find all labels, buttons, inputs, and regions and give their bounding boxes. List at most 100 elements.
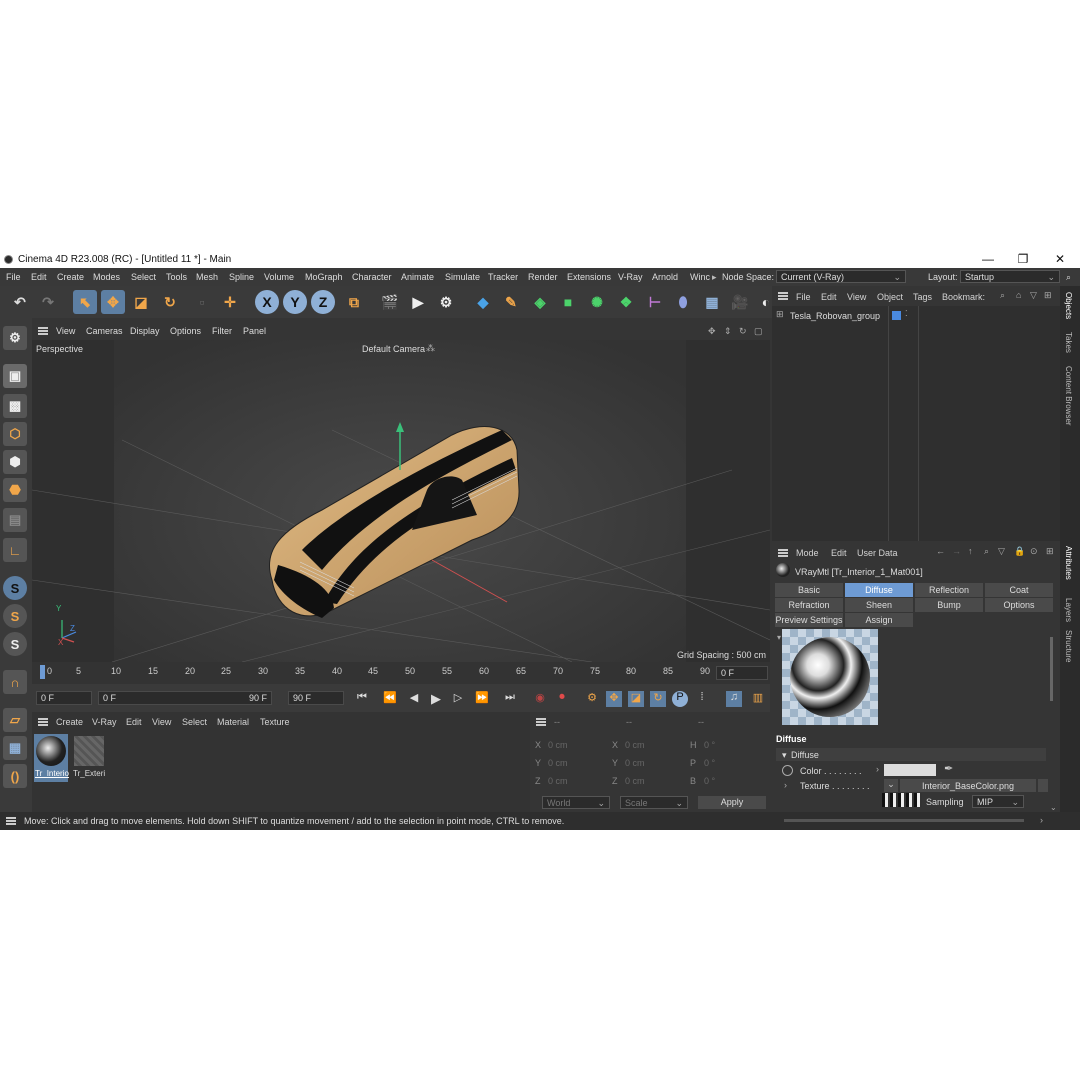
coord-space-dropdown[interactable]: World ⌄ (542, 796, 610, 809)
back-arrow-icon[interactable]: ← (936, 546, 945, 556)
x-axis-lock-button[interactable]: X (255, 290, 279, 314)
tab-refraction[interactable]: Refraction (775, 598, 843, 612)
tab-diffuse[interactable]: Diffuse (845, 583, 913, 597)
color-swatch[interactable] (884, 764, 936, 776)
object-menu-object[interactable]: Object (877, 292, 903, 302)
viewport-menu-filter[interactable]: Filter (212, 326, 232, 336)
uv-mode-icon[interactable]: ▤ (3, 508, 27, 532)
side-tab-structure[interactable]: Structure (1064, 630, 1073, 662)
material-menu-vray[interactable]: V-Ray (92, 717, 117, 727)
coord-pos-z-field[interactable]: 0 cm (548, 776, 568, 786)
up-arrow-icon[interactable]: ↑ (968, 546, 973, 556)
texture-menu-button[interactable]: ⌄ (884, 779, 898, 792)
minimize-button[interactable]: — (978, 252, 998, 266)
maximize-view-icon[interactable]: ▢ (754, 326, 763, 337)
pan-icon[interactable]: ✥ (708, 326, 716, 337)
autokey-icon[interactable]: ⏺ (554, 691, 570, 707)
horizontal-scrollbar[interactable] (784, 819, 1024, 822)
menu-select[interactable]: Select (131, 272, 156, 282)
keyframe-selection-icon[interactable]: ⚙ (584, 691, 600, 707)
orbit-icon[interactable]: ↻ (739, 326, 747, 337)
search-icon[interactable]: ⌕ (984, 546, 989, 557)
scroll-right-icon[interactable]: › (1040, 815, 1043, 825)
position-key-icon[interactable]: ✥ (606, 691, 622, 707)
selection-tool-icon[interactable]: ⬉ (73, 290, 97, 314)
add-tool-icon[interactable]: ✛ (218, 290, 242, 314)
rotation-key-icon[interactable]: ↻ (650, 691, 666, 707)
sound-icon[interactable]: ♫ (726, 691, 742, 707)
attr-menu-edit[interactable]: Edit (831, 548, 847, 558)
hamburger-icon[interactable] (38, 718, 48, 726)
hamburger-icon[interactable] (38, 327, 48, 335)
menu-simulate[interactable]: Simulate (445, 272, 480, 282)
object-menu-bookmarks[interactable]: Bookmark: (942, 292, 985, 302)
object-menu-file[interactable]: File (796, 292, 811, 302)
axis-mode-icon[interactable]: ∟ (3, 538, 27, 562)
viewport-menu-view[interactable]: View (56, 326, 75, 336)
material-menu-edit[interactable]: Edit (126, 717, 142, 727)
attr-menu-user-data[interactable]: User Data (857, 548, 898, 558)
go-to-end-icon[interactable]: ⏭ (502, 691, 518, 707)
python-icon[interactable]: () (3, 764, 27, 788)
workplane-icon[interactable]: ▱ (3, 708, 27, 732)
deformer-icon[interactable]: ⊢ (643, 290, 667, 314)
diffuse-group-header[interactable]: ▾ Diffuse (776, 748, 1046, 761)
close-button[interactable]: ✕ (1050, 252, 1070, 266)
next-frame-icon[interactable]: ▷ (450, 691, 466, 707)
parameter-key-icon[interactable]: P (672, 691, 688, 707)
snap-icon[interactable]: S (3, 576, 27, 600)
texture-mode-icon[interactable]: ▩ (3, 394, 27, 418)
menu-arnold[interactable]: Arnold (652, 272, 678, 282)
magnet-icon[interactable]: ∩ (3, 670, 27, 694)
search-icon[interactable]: ⌕ (1000, 290, 1005, 301)
menu-vray[interactable]: V-Ray (618, 272, 643, 282)
tab-sheen[interactable]: Sheen (845, 598, 913, 612)
scale-tool-icon[interactable]: ◪ (129, 290, 153, 314)
object-name[interactable]: Tesla_Robovan_group (790, 311, 880, 321)
current-frame-field[interactable]: 0 F (716, 666, 768, 680)
visibility-dots-icon[interactable]: ⁚ (905, 309, 908, 318)
layer-color-swatch[interactable] (892, 311, 901, 320)
previous-frame-icon[interactable]: ◀ (406, 691, 422, 707)
timeline-ruler[interactable]: 0 5 10 15 20 25 30 35 40 45 50 55 60 65 … (32, 662, 770, 684)
menu-modes[interactable]: Modes (93, 272, 120, 282)
edges-mode-icon[interactable]: ⬢ (3, 450, 27, 474)
tab-reflection[interactable]: Reflection (915, 583, 983, 597)
cube-object-icon[interactable]: ◆ (471, 290, 495, 314)
render-settings-icon[interactable]: ⚙ (434, 290, 458, 314)
rotate-tool-icon[interactable]: ↻ (158, 290, 182, 314)
dolly-icon[interactable]: ⇕ (724, 326, 732, 337)
expand-arrow-icon[interactable]: › (784, 780, 787, 790)
camera-link-icon[interactable]: ⁂ (426, 343, 435, 354)
tab-bump[interactable]: Bump (915, 598, 983, 612)
move-tool-icon[interactable]: ✥ (101, 290, 125, 314)
material-menu-create[interactable]: Create (56, 717, 83, 727)
side-tab-layers[interactable]: Layers (1064, 598, 1073, 622)
cloner-icon[interactable]: ✺ (585, 290, 609, 314)
coord-rot-b-field[interactable]: 0 ° (704, 776, 715, 786)
floor-icon[interactable]: ▦ (700, 290, 724, 314)
subdivision-icon[interactable]: ◈ (528, 290, 552, 314)
snap-settings-icon[interactable]: S (3, 604, 27, 628)
side-tab-takes[interactable]: Takes (1064, 332, 1073, 353)
play-icon[interactable]: ▶ (428, 691, 444, 707)
menu-mograph[interactable]: MoGraph (305, 272, 343, 282)
redo-icon[interactable]: ↷ (36, 290, 60, 314)
eyedropper-icon[interactable]: ✒ (944, 762, 953, 775)
menu-create[interactable]: Create (57, 272, 84, 282)
layout-dropdown[interactable]: Startup ⌄ (960, 270, 1060, 283)
menu-extensions[interactable]: Extensions (567, 272, 611, 282)
playhead[interactable] (40, 665, 45, 679)
scrollbar-thumb[interactable] (1050, 637, 1053, 701)
menu-more-arrow-icon[interactable]: ▸ (712, 272, 717, 283)
filter-icon[interactable]: ▽ (998, 546, 1005, 557)
material-swatch[interactable]: Tr_Interio (34, 734, 69, 782)
coord-rot-p-field[interactable]: 0 ° (704, 758, 715, 768)
coord-mode-dropdown[interactable]: Scale ⌄ (620, 796, 688, 809)
scale-key-icon[interactable]: ◪ (628, 691, 644, 707)
undo-icon[interactable]: ↶ (8, 290, 32, 314)
menu-volume[interactable]: Volume (264, 272, 294, 282)
forward-arrow-icon[interactable]: → (952, 546, 961, 556)
go-to-start-icon[interactable]: ⏮ (354, 691, 370, 707)
menu-window[interactable]: Winc (690, 272, 710, 282)
